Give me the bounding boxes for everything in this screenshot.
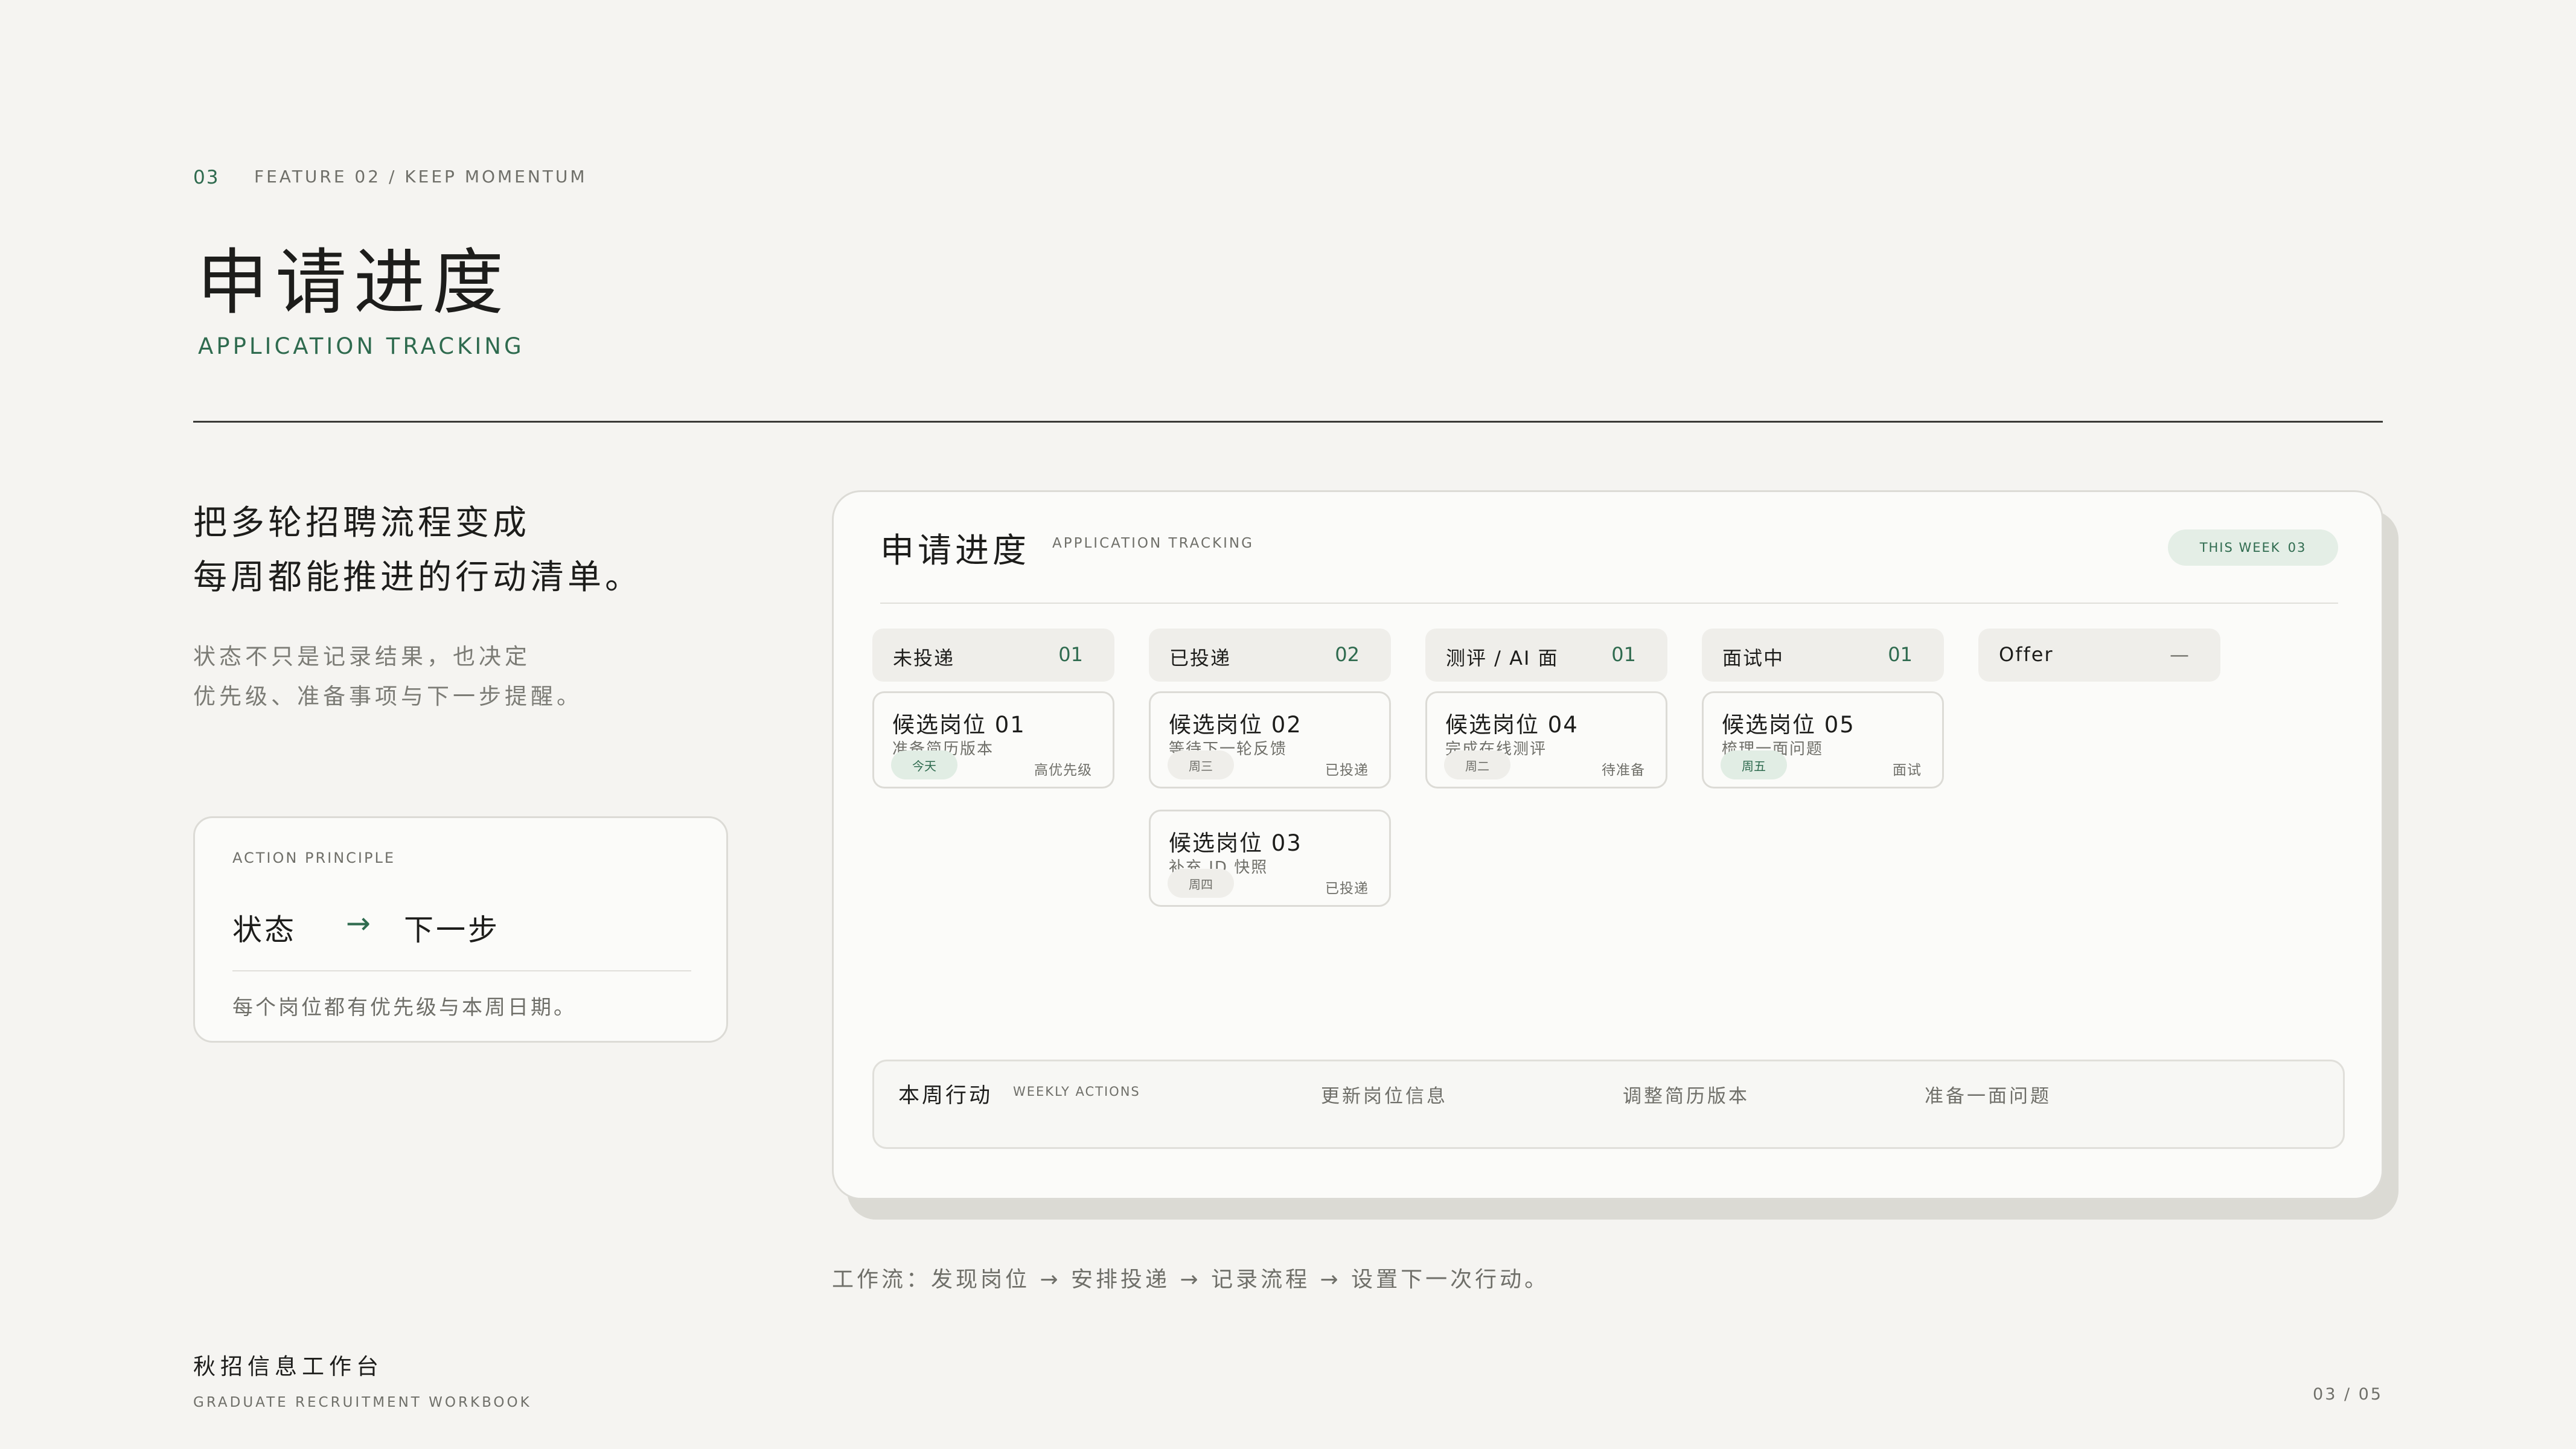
weekly-subtitle: WEEKLY ACTIONS — [1013, 1084, 1140, 1099]
weekly-actions-bar: 本周行动 WEEKLY ACTIONS 更新岗位信息 调整简历版本 准备一面问题 — [872, 1060, 2345, 1149]
this-week-count: 03 — [2287, 540, 2307, 555]
tracking-panel: 申请进度 APPLICATION TRACKING THIS WEEK 03 未… — [832, 490, 2383, 1200]
footer-subtitle: GRADUATE RECRUITMENT WORKBOOK — [193, 1395, 532, 1410]
job-card-title: 候选岗位 04 — [1445, 712, 1579, 738]
column-name: 未投递 — [893, 647, 955, 670]
weekly-action-item[interactable]: 调整简历版本 — [1623, 1081, 1750, 1108]
section-number: 03 — [193, 167, 220, 188]
workflow-caption: 工作流：发现岗位 → 安排投递 → 记录流程 → 设置下一次行动。 — [832, 1267, 1550, 1292]
page-subtitle: APPLICATION TRACKING — [198, 333, 525, 359]
page-number: 03 / 05 — [2313, 1385, 2383, 1404]
panel-divider — [880, 603, 2338, 604]
job-card-date-tag: 周三 — [1168, 750, 1234, 779]
weekly-action-item[interactable]: 更新岗位信息 — [1321, 1081, 1448, 1108]
weekly-title: 本周行动 — [898, 1084, 993, 1108]
job-card-status: 面试 — [1893, 763, 1922, 778]
description-text: 状态不只是记录结果，也决定 优先级、准备事项与下一步提醒。 — [193, 637, 583, 717]
job-card-status: 待准备 — [1602, 763, 1645, 778]
job-card-title: 候选岗位 01 — [892, 712, 1026, 738]
description-line: 优先级、准备事项与下一步提醒。 — [193, 683, 583, 709]
lead-line: 每周都能推进的行动清单。 — [193, 558, 642, 597]
page-title: 申请进度 — [197, 241, 511, 324]
job-card[interactable]: 候选岗位 05 梳理一面问题 周五 面试 — [1702, 691, 1944, 788]
principle-label: ACTION PRINCIPLE — [232, 849, 395, 866]
lead-line: 把多轮招聘流程变成 — [193, 504, 530, 543]
column-header[interactable]: 面试中 01 — [1702, 629, 1944, 682]
lead-text: 把多轮招聘流程变成 每周都能推进的行动清单。 — [193, 496, 642, 605]
column-count: 01 — [1058, 643, 1083, 666]
job-card-date-tag: 周五 — [1721, 750, 1787, 779]
job-card[interactable]: 候选岗位 01 准备简历版本 今天 高优先级 — [872, 691, 1114, 788]
job-card-date-tag: 周二 — [1444, 750, 1510, 779]
job-card-status: 已投递 — [1325, 881, 1369, 897]
job-card-title: 候选岗位 02 — [1169, 712, 1302, 738]
column-count: 02 — [1335, 643, 1360, 666]
column-name: 已投递 — [1169, 647, 1232, 670]
job-card[interactable]: 候选岗位 04 完成在线测评 周二 待准备 — [1425, 691, 1667, 788]
panel-subtitle: APPLICATION TRACKING — [1052, 536, 1254, 551]
section-tag: FEATURE 02 / KEEP MOMENTUM — [254, 167, 587, 187]
column-header[interactable]: Offer — — [1978, 629, 2220, 682]
action-principle-card: ACTION PRINCIPLE 状态 → 下一步 每个岗位都有优先级与本周日期… — [193, 816, 728, 1043]
column-header[interactable]: 测评 / AI 面 01 — [1425, 629, 1667, 682]
principle-state: 状态 — [232, 913, 297, 947]
weekly-action-item[interactable]: 准备一面问题 — [1925, 1081, 2051, 1108]
job-card[interactable]: 候选岗位 03 补充 JD 快照 周四 已投递 — [1149, 810, 1391, 907]
column-name: 测评 / AI 面 — [1446, 647, 1559, 670]
this-week-label: THIS WEEK — [2199, 540, 2281, 555]
job-card-title: 候选岗位 03 — [1169, 830, 1302, 856]
column-name: Offer — [1999, 643, 2054, 666]
job-card[interactable]: 候选岗位 02 等待下一轮反馈 周三 已投递 — [1149, 691, 1391, 788]
job-card-status: 已投递 — [1325, 763, 1369, 778]
panel-title: 申请进度 — [880, 531, 1030, 571]
footer-title: 秋招信息工作台 — [193, 1354, 383, 1380]
header-divider — [193, 421, 2383, 423]
principle-next: 下一步 — [404, 913, 500, 947]
column-count: — — [2170, 643, 2189, 666]
column-count: 01 — [1611, 643, 1636, 666]
arrow-right-icon: → — [346, 906, 371, 941]
column-count: 01 — [1888, 643, 1913, 666]
column-header[interactable]: 未投递 01 — [872, 629, 1114, 682]
column-header[interactable]: 已投递 02 — [1149, 629, 1391, 682]
this-week-badge[interactable]: THIS WEEK 03 — [2168, 529, 2338, 566]
job-card-date-tag: 周四 — [1168, 869, 1234, 898]
job-card-status: 高优先级 — [1034, 763, 1092, 778]
job-card-title: 候选岗位 05 — [1722, 712, 1855, 738]
description-line: 状态不只是记录结果，也决定 — [193, 644, 531, 670]
column-name: 面试中 — [1722, 647, 1785, 670]
principle-divider — [232, 970, 691, 971]
principle-note: 每个岗位都有优先级与本周日期。 — [232, 996, 577, 1020]
job-card-date-tag: 今天 — [891, 750, 957, 779]
